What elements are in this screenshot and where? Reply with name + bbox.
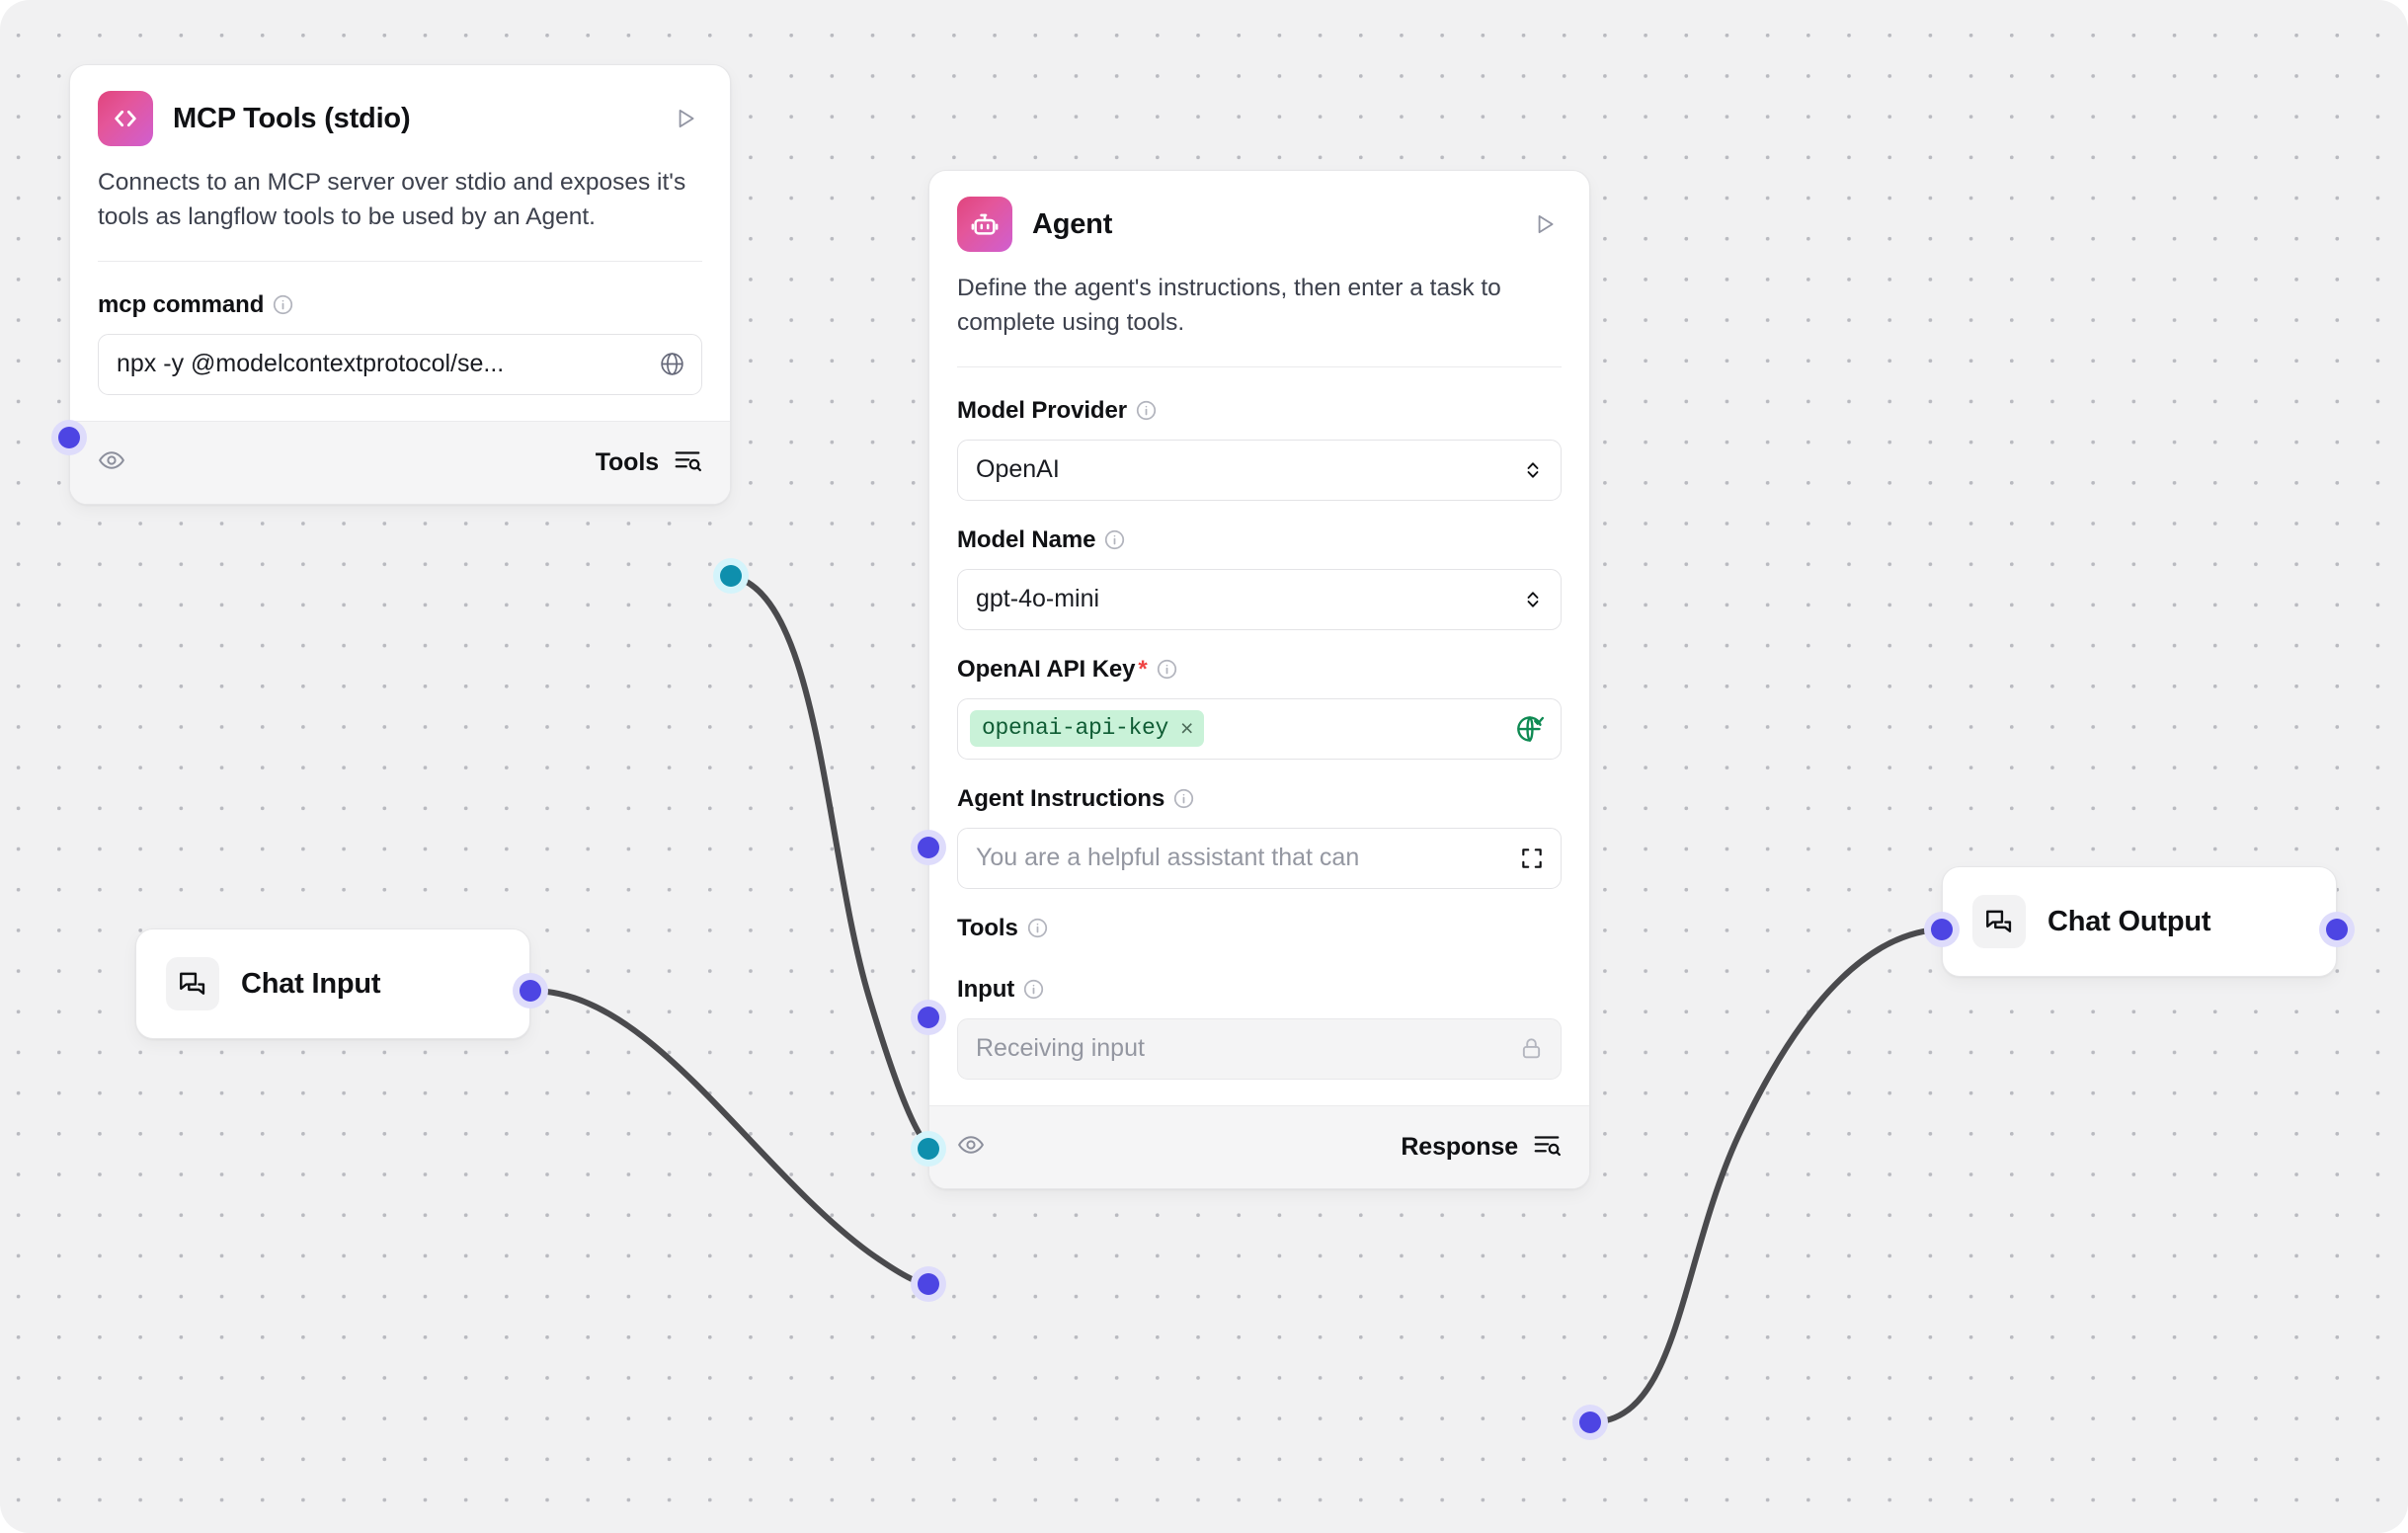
info-icon[interactable]: [1023, 979, 1044, 1000]
chat-bubbles-icon: [1972, 895, 2026, 948]
info-icon[interactable]: [273, 294, 293, 315]
port-agent-response-output[interactable]: [1579, 1412, 1601, 1433]
list-search-icon[interactable]: [673, 445, 702, 480]
model-provider-label-text: Model Provider: [957, 396, 1127, 424]
agent-node-body: Model Provider OpenAI Model Name gpt-4o-…: [929, 371, 1589, 1105]
field-input: Input Receiving input: [957, 976, 1562, 1080]
node-agent[interactable]: Agent Define the agent's instructions, t…: [928, 170, 1590, 1189]
chat-output-title: Chat Output: [2047, 905, 2211, 937]
agent-node-description: Define the agent's instructions, then en…: [957, 275, 1501, 336]
agent-instructions-input[interactable]: You are a helpful assistant that can: [957, 827, 1562, 889]
field-model-name: Model Name gpt-4o-mini: [957, 526, 1562, 630]
mcp-command-input[interactable]: npx -y @modelcontextprotocol/se...: [98, 333, 702, 395]
node-chat-input[interactable]: Chat Input: [135, 928, 530, 1039]
field-model-provider: Model Provider OpenAI: [957, 397, 1562, 501]
mcp-command-label: mcp command: [98, 291, 702, 319]
model-name-select[interactable]: gpt-4o-mini: [957, 568, 1562, 630]
flow-editor-root: MCP Tools (stdio) Connects to an MCP ser…: [0, 0, 2408, 1533]
mcp-output-group[interactable]: Tools: [596, 445, 702, 480]
required-marker: *: [1138, 655, 1148, 683]
api-key-input[interactable]: openai-api-key ×: [957, 697, 1562, 760]
model-name-label-text: Model Name: [957, 525, 1096, 553]
mcp-node-body: mcp command npx -y @modelcontextprotocol…: [70, 266, 730, 421]
api-key-label-text: OpenAI API Key: [957, 655, 1136, 683]
model-provider-label: Model Provider: [957, 397, 1562, 425]
divider: [957, 365, 1562, 367]
model-name-value: gpt-4o-mini: [976, 585, 1100, 613]
chevron-updown-icon[interactable]: [1521, 458, 1545, 482]
agent-title: Agent: [1032, 207, 1113, 240]
globe-check-icon[interactable]: [1515, 714, 1545, 744]
mcp-node-description: Connects to an MCP server over stdio and…: [98, 169, 686, 230]
agent-instructions-label-text: Agent Instructions: [957, 784, 1165, 812]
api-key-chip-wrap: openai-api-key ×: [970, 710, 1505, 748]
chevron-updown-icon[interactable]: [1521, 588, 1545, 611]
page-title: MCP Tools (stdio): [173, 102, 411, 134]
port-agent-tools-input[interactable]: [918, 1138, 939, 1160]
port-agent-input[interactable]: [918, 1273, 939, 1295]
mcp-node-header: MCP Tools (stdio) Connects to an MCP ser…: [70, 65, 730, 266]
field-tools: Tools: [957, 915, 1562, 942]
field-openai-api-key: OpenAI API Key * openai-api-key ×: [957, 656, 1562, 760]
flow-canvas[interactable]: MCP Tools (stdio) Connects to an MCP ser…: [0, 0, 2408, 1533]
field-mcp-command: mcp command npx -y @modelcontextprotocol…: [98, 291, 702, 395]
port-mcp-command-input[interactable]: [58, 427, 80, 448]
eye-icon[interactable]: [98, 446, 125, 479]
code-brackets-icon: [98, 91, 153, 146]
lock-icon: [1518, 1035, 1545, 1062]
divider: [98, 260, 702, 262]
list-search-icon[interactable]: [1532, 1130, 1562, 1165]
bot-icon: [957, 197, 1012, 252]
port-mcp-tools-output[interactable]: [720, 565, 742, 587]
api-key-label: OpenAI API Key *: [957, 656, 1562, 684]
info-icon[interactable]: [1136, 400, 1157, 421]
info-icon[interactable]: [1173, 788, 1194, 809]
port-chat-output-input[interactable]: [1931, 919, 1953, 940]
edge-agent-response-to-chatoutput: [1587, 927, 1942, 1425]
api-key-chip-label: openai-api-key: [982, 715, 1169, 742]
mcp-command-label-text: mcp command: [98, 290, 265, 318]
tools-label: Tools: [957, 915, 1562, 942]
port-agent-api-key-input[interactable]: [918, 837, 939, 858]
input-label: Input: [957, 976, 1562, 1004]
agent-instructions-label: Agent Instructions: [957, 785, 1562, 813]
agent-input-placeholder: Receiving input: [976, 1034, 1145, 1063]
agent-output-group[interactable]: Response: [1401, 1130, 1562, 1165]
input-label-text: Input: [957, 975, 1015, 1003]
port-agent-instructions-input[interactable]: [918, 1007, 939, 1028]
info-icon[interactable]: [1104, 529, 1125, 550]
chat-bubbles-icon: [166, 957, 219, 1010]
chip-remove-icon[interactable]: ×: [1180, 716, 1193, 740]
agent-instructions-placeholder: You are a helpful assistant that can: [976, 844, 1360, 872]
mcp-node-footer: Tools: [70, 420, 730, 504]
port-chat-output-output[interactable]: [2326, 919, 2348, 940]
edge-chatinput-to-agent-input: [528, 988, 934, 1287]
agent-node-header: Agent Define the agent's instructions, t…: [929, 171, 1589, 371]
mcp-output-label: Tools: [595, 447, 659, 476]
chat-input-title: Chat Input: [241, 967, 381, 1000]
status-badge[interactable]: openai-api-key ×: [970, 710, 1205, 748]
eye-icon[interactable]: [957, 1131, 985, 1164]
agent-input-field: Receiving input: [957, 1017, 1562, 1080]
run-button[interactable]: [669, 102, 702, 135]
node-mcp-tools[interactable]: MCP Tools (stdio) Connects to an MCP ser…: [69, 64, 731, 505]
agent-node-footer: Response: [929, 1104, 1589, 1188]
port-chat-input-output[interactable]: [520, 980, 541, 1002]
model-provider-value: OpenAI: [976, 455, 1060, 484]
agent-run-button[interactable]: [1528, 207, 1562, 241]
model-provider-select[interactable]: OpenAI: [957, 439, 1562, 501]
info-icon[interactable]: [1027, 918, 1048, 938]
globe-icon[interactable]: [659, 351, 685, 377]
agent-output-label: Response: [1401, 1132, 1518, 1161]
model-name-label: Model Name: [957, 526, 1562, 554]
edge-mcp-to-agent-tools: [728, 573, 934, 1151]
mcp-command-value: npx -y @modelcontextprotocol/se...: [117, 350, 505, 378]
tools-label-text: Tools: [957, 914, 1018, 941]
info-icon[interactable]: [1157, 659, 1177, 680]
field-agent-instructions: Agent Instructions You are a helpful ass…: [957, 785, 1562, 889]
node-chat-output[interactable]: Chat Output: [1942, 866, 2337, 977]
expand-icon[interactable]: [1519, 846, 1545, 871]
